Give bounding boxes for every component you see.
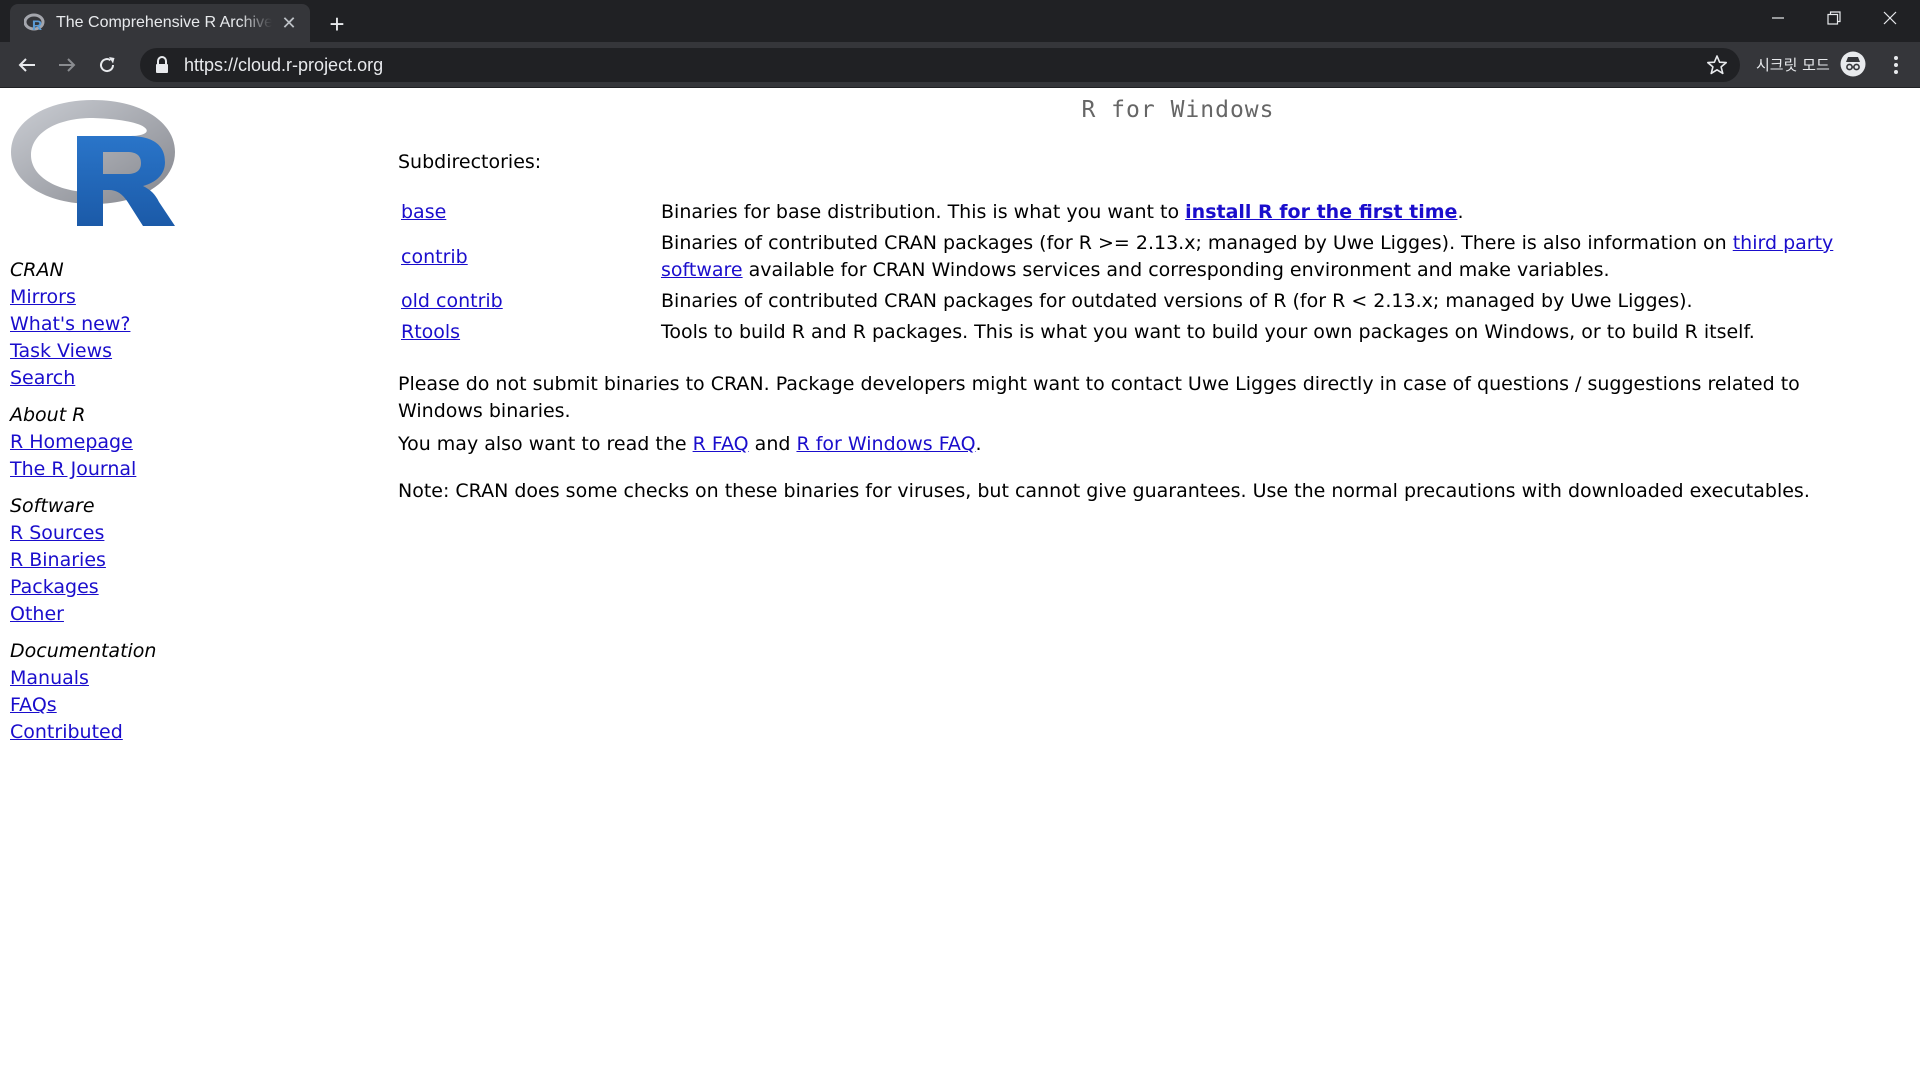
browser-toolbar: https://cloud.r-project.org 시크릿 모드 — [0, 42, 1920, 88]
browser-tab-strip: R The Comprehensive R Archive Network ✕ … — [0, 0, 1920, 42]
sidebar-link-search[interactable]: Search — [10, 365, 310, 392]
sidebar-group-about: About R R Homepage The R Journal — [10, 402, 310, 483]
subdirectories-label: Subdirectories: — [398, 151, 542, 173]
sidebar-link-other[interactable]: Other — [10, 601, 310, 628]
sidebar-link-r-journal[interactable]: The R Journal — [10, 456, 310, 483]
sidebar-link-packages[interactable]: Packages — [10, 574, 310, 601]
tab-title: The Comprehensive R Archive Network — [56, 14, 272, 31]
reload-button[interactable] — [92, 50, 122, 80]
faq-paragraph: You may also want to read the R FAQ and … — [398, 431, 1858, 458]
r-favicon-icon: R — [24, 13, 45, 33]
sidebar-link-r-homepage[interactable]: R Homepage — [10, 429, 310, 456]
subdir-link-contrib[interactable]: contrib — [401, 246, 468, 268]
bookmark-star-icon[interactable] — [1706, 54, 1728, 76]
sidebar-link-manuals[interactable]: Manuals — [10, 665, 310, 692]
sidebar-link-faqs[interactable]: FAQs — [10, 692, 310, 719]
sidebar-link-whats-new[interactable]: What's new? — [10, 311, 310, 338]
r-faq-link[interactable]: R FAQ — [693, 433, 749, 455]
install-r-first-time-link[interactable]: install R for the first time — [1185, 201, 1457, 223]
minimize-button[interactable] — [1750, 0, 1806, 36]
back-button[interactable] — [12, 50, 42, 80]
subdirectories-table: base Binaries for base distribution. Thi… — [398, 197, 1858, 348]
new-tab-button[interactable]: + — [322, 9, 352, 39]
close-window-button[interactable] — [1862, 0, 1918, 36]
subdir-link-base[interactable]: base — [401, 201, 446, 223]
table-row: old contrib Binaries of contributed CRAN… — [398, 286, 1858, 317]
desc-text: Binaries of contributed CRAN packages (f… — [661, 232, 1733, 254]
more-menu-icon[interactable] — [1884, 52, 1908, 78]
address-bar[interactable]: https://cloud.r-project.org — [140, 48, 1740, 82]
browser-tab[interactable]: R The Comprehensive R Archive Network ✕ — [10, 4, 310, 42]
sidebar-group-software: Software R Sources R Binaries Packages O… — [10, 493, 310, 628]
restore-icon — [1827, 11, 1841, 25]
faq-text: and — [748, 433, 797, 455]
forward-button[interactable] — [52, 50, 82, 80]
table-row: Rtools Tools to build R and R packages. … — [398, 317, 1858, 348]
back-arrow-icon — [18, 58, 35, 72]
reload-icon — [100, 57, 115, 73]
minimize-icon — [1772, 17, 1784, 19]
forward-arrow-icon — [59, 58, 76, 72]
sidebar-heading: Software — [10, 495, 95, 517]
desc-text: Binaries for base distribution. This is … — [661, 201, 1186, 223]
restore-button[interactable] — [1806, 0, 1862, 36]
subdir-link-rtools[interactable]: Rtools — [401, 321, 460, 343]
virus-note: Note: CRAN does some checks on these bin… — [398, 480, 1810, 502]
table-row: base Binaries for base distribution. Thi… — [398, 197, 1858, 228]
url-text[interactable]: https://cloud.r-project.org — [184, 55, 383, 76]
sidebar-heading: Documentation — [10, 640, 157, 662]
table-row: contrib Binaries of contributed CRAN pac… — [398, 228, 1858, 286]
faq-text: You may also want to read the — [398, 433, 693, 455]
close-icon — [1883, 11, 1897, 25]
sidebar: CRAN Mirrors What's new? Task Views Sear… — [10, 257, 310, 756]
r-logo-icon — [11, 100, 175, 226]
close-tab-icon[interactable]: ✕ — [278, 12, 300, 34]
r-windows-faq-link[interactable]: R for Windows FAQ — [796, 433, 975, 455]
sidebar-link-r-binaries[interactable]: R Binaries — [10, 547, 310, 574]
desc-text: available for CRAN Windows services and … — [742, 259, 1610, 281]
binaries-note: Please do not submit binaries to CRAN. P… — [398, 373, 1800, 422]
row-description: Binaries for base distribution. This is … — [661, 197, 1858, 228]
sidebar-link-mirrors[interactable]: Mirrors — [10, 284, 310, 311]
sidebar-group-cran: CRAN Mirrors What's new? Task Views Sear… — [10, 257, 310, 392]
desc-text: . — [1457, 201, 1464, 223]
row-description: Tools to build R and R packages. This is… — [661, 321, 1755, 343]
sidebar-link-task-views[interactable]: Task Views — [10, 338, 310, 365]
sidebar-group-documentation: Documentation Manuals FAQs Contributed — [10, 638, 310, 746]
sidebar-link-contributed[interactable]: Contributed — [10, 719, 310, 746]
row-description: Binaries of contributed CRAN packages (f… — [661, 228, 1858, 286]
sidebar-link-r-sources[interactable]: R Sources — [10, 520, 310, 547]
sidebar-heading: CRAN — [10, 259, 64, 281]
faq-text: . — [975, 433, 982, 455]
incognito-label: 시크릿 모드 — [1756, 56, 1830, 74]
page-title: R for Windows — [1081, 97, 1275, 123]
incognito-icon[interactable] — [1840, 51, 1866, 77]
lock-icon[interactable] — [154, 56, 170, 74]
web-page: CRAN Mirrors What's new? Task Views Sear… — [0, 89, 1920, 1080]
row-description: Binaries of contributed CRAN packages fo… — [661, 290, 1693, 312]
subdir-link-old-contrib[interactable]: old contrib — [401, 290, 503, 312]
svg-text:R: R — [32, 17, 42, 33]
sidebar-heading: About R — [10, 404, 86, 426]
